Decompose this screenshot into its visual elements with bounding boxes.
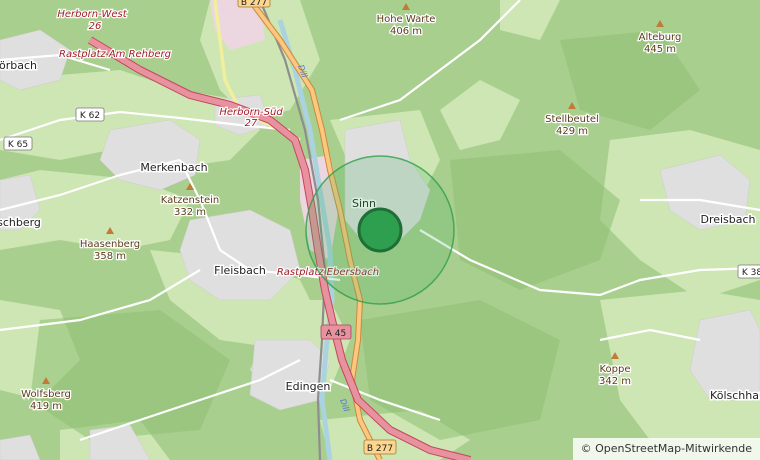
label-fleisbach: Fleisbach (214, 264, 266, 277)
label-dreisbach: Dreisbach (700, 213, 755, 226)
road-shield-k38: K 38 (737, 264, 760, 279)
svg-text:B 277: B 277 (367, 444, 393, 454)
svg-text:K 38: K 38 (742, 268, 760, 278)
label-herborn-west-exit: 26 (89, 21, 102, 32)
map-canvas[interactable]: Herborn-West 26 Rastplatz Am Rehberg Her… (0, 0, 760, 460)
peak-ele-hohe-warte: 406 m (390, 26, 422, 37)
road-shield-b277-top: B 277 (237, 0, 271, 8)
road-shield-k62: K 62 (75, 107, 105, 122)
peak-ele-katzenstein: 332 m (174, 207, 206, 218)
label-edingen: Edingen (286, 380, 331, 393)
peak-name-katzenstein: Katzenstein (161, 195, 220, 206)
road-shield-b277-bottom: B 277 (363, 439, 397, 455)
peak-ele-stellbeutel: 429 m (556, 126, 588, 137)
svg-text:B 277: B 277 (241, 0, 267, 8)
peak-ele-koppe: 342 m (599, 376, 631, 387)
location-marker[interactable] (357, 207, 403, 253)
svg-text:K 65: K 65 (8, 140, 28, 150)
label-herborn-west: Herborn-West (57, 9, 127, 20)
peak-name-haasenberg: Haasenberg (80, 239, 140, 250)
label-koelschhausen: Kölschhau (710, 389, 760, 402)
svg-text:A 45: A 45 (326, 329, 346, 339)
peak-name-hohe-warte: Hohe Warte (377, 14, 436, 25)
road-shield-k65: K 65 (3, 136, 33, 151)
peak-name-stellbeutel: Stellbeutel (545, 114, 599, 125)
peak-name-altenburg: Alteburg (639, 32, 682, 43)
label-herborn-sued: Herborn-Süd (219, 107, 283, 118)
label-merkenbach: Merkenbach (140, 161, 207, 174)
map-tiles: Herborn-West 26 Rastplatz Am Rehberg Her… (0, 0, 760, 460)
peak-ele-haasenberg: 358 m (94, 251, 126, 262)
road-shield-a45: A 45 (320, 324, 352, 340)
label-hoerbach: örbach (0, 59, 37, 72)
peak-name-koppe: Koppe (599, 364, 630, 375)
svg-text:K 62: K 62 (80, 111, 100, 121)
peak-ele-wolfsberg: 419 m (30, 401, 62, 412)
label-herborn-sued-exit: 27 (245, 118, 258, 129)
peak-ele-altenburg: 445 m (644, 44, 676, 55)
map-attribution[interactable]: © OpenStreetMap-Mitwirkende (572, 438, 760, 460)
label-rastplatz-rehberg: Rastplatz Am Rehberg (59, 49, 171, 60)
label-schberg: schberg (0, 216, 41, 229)
peak-name-wolfsberg: Wolfsberg (21, 389, 71, 400)
